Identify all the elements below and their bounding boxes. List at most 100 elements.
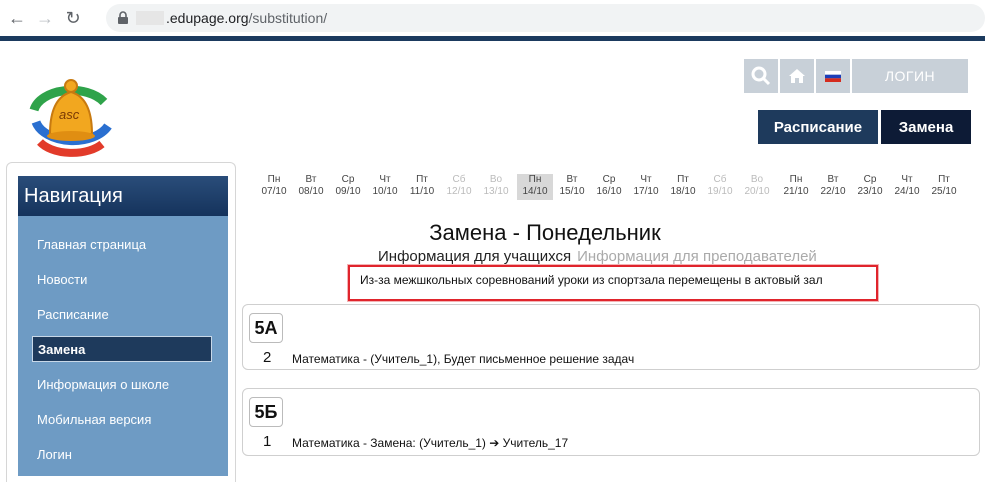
tab-students-info[interactable]: Информация для учащихся <box>378 248 571 265</box>
lesson-text: Математика - Замена: (Учитель_1) ➔ Учите… <box>292 436 569 450</box>
info-tabs: Информация для учащихся Информация для пр… <box>378 248 817 265</box>
day-date: 09/10 <box>335 186 361 197</box>
day-date: 12/10 <box>446 186 472 197</box>
day-date: 17/10 <box>633 186 659 197</box>
day-button[interactable]: Чт 10/10 <box>367 174 403 200</box>
language-button[interactable] <box>816 59 850 93</box>
day-name: Пт <box>416 174 428 185</box>
day-button[interactable]: Вт 22/10 <box>815 174 851 200</box>
day-date: 19/10 <box>707 186 733 197</box>
day-name: Пт <box>938 174 950 185</box>
day-date: 08/10 <box>298 186 324 197</box>
sidebar: Навигация Главная страница Новости Распи… <box>18 176 228 476</box>
day-date: 20/10 <box>744 186 770 197</box>
day-name: Чт <box>901 174 913 185</box>
day-date: 24/10 <box>894 186 920 197</box>
sidebar-item-schedule[interactable]: Расписание <box>32 301 212 327</box>
day-date: 15/10 <box>559 186 585 197</box>
lesson-text: Математика - (Учитель_1), Будет письменн… <box>292 352 635 366</box>
back-icon[interactable]: ← <box>6 7 28 29</box>
day-button[interactable]: Ср 23/10 <box>852 174 888 200</box>
day-date: 13/10 <box>483 186 509 197</box>
day-name: Чт <box>640 174 652 185</box>
login-button[interactable]: ЛОГИН <box>852 59 968 93</box>
day-name: Пн <box>789 174 803 185</box>
day-button[interactable]: Сб 19/10 <box>702 174 738 200</box>
day-button[interactable]: Пн 07/10 <box>256 174 292 200</box>
lesson-number: 2 <box>263 349 272 366</box>
day-date: 10/10 <box>372 186 398 197</box>
day-date: 23/10 <box>857 186 883 197</box>
day-name: Пн <box>528 174 542 185</box>
header-icon-bar: ЛОГИН <box>744 59 968 93</box>
address-bar[interactable]: .edupage.org/substitution/ <box>106 4 985 32</box>
day-button-current[interactable]: Пн 14/10 <box>517 174 553 200</box>
search-icon <box>751 66 771 86</box>
tab-schedule[interactable]: Расписание <box>758 110 878 144</box>
main-tabs: Расписание Замена <box>758 110 974 144</box>
sidebar-item-mobile[interactable]: Мобильная версия <box>32 406 212 432</box>
day-button[interactable]: Пт 18/10 <box>665 174 701 200</box>
class-name: 5А <box>249 313 283 343</box>
day-name: Чт <box>379 174 391 185</box>
day-button[interactable]: Чт 24/10 <box>889 174 925 200</box>
class-name: 5Б <box>249 397 283 427</box>
day-button[interactable]: Во 20/10 <box>739 174 775 200</box>
svg-text:asc: asc <box>59 107 80 122</box>
url-path: /substitution/ <box>248 10 328 26</box>
reload-icon[interactable]: ↻ <box>62 7 84 29</box>
day-name: Ср <box>341 174 355 185</box>
day-button[interactable]: Во 13/10 <box>478 174 514 200</box>
day-date: 16/10 <box>596 186 622 197</box>
day-name: Сб <box>452 174 466 185</box>
day-name: Ср <box>863 174 877 185</box>
day-button[interactable]: Вт 15/10 <box>554 174 590 200</box>
day-name: Пт <box>677 174 689 185</box>
notice-text: Из-за межшкольных соревнований уроки из … <box>360 273 823 287</box>
day-name: Вт <box>566 174 578 185</box>
tab-teachers-info[interactable]: Информация для преподавателей <box>577 248 817 265</box>
day-button[interactable]: Сб 12/10 <box>441 174 477 200</box>
class-card: 5Б 1 Математика - Замена: (Учитель_1) ➔ … <box>242 388 980 456</box>
day-date: 22/10 <box>820 186 846 197</box>
day-button[interactable]: Ср 09/10 <box>330 174 366 200</box>
sidebar-item-substitution[interactable]: Замена <box>32 336 212 362</box>
lesson-number: 1 <box>263 433 272 450</box>
day-button[interactable]: Пн 21/10 <box>778 174 814 200</box>
day-name: Пн <box>267 174 281 185</box>
search-button[interactable] <box>744 59 778 93</box>
day-button[interactable]: Вт 08/10 <box>293 174 329 200</box>
day-date: 14/10 <box>522 186 548 197</box>
sidebar-item-school-info[interactable]: Информация о школе <box>32 371 212 397</box>
home-button[interactable] <box>780 59 814 93</box>
day-button[interactable]: Ср 16/10 <box>591 174 627 200</box>
day-button[interactable]: Пт 25/10 <box>926 174 962 200</box>
russian-flag-icon <box>825 70 841 82</box>
forward-icon[interactable]: → <box>34 7 56 29</box>
day-button[interactable]: Пт 11/10 <box>404 174 440 200</box>
day-name: Вт <box>305 174 317 185</box>
notice-box: Из-за межшкольных соревнований уроки из … <box>348 265 878 301</box>
lock-icon <box>118 11 128 24</box>
sidebar-item-news[interactable]: Новости <box>32 266 212 292</box>
sidebar-item-home[interactable]: Главная страница <box>32 231 212 257</box>
day-date: 21/10 <box>783 186 809 197</box>
day-name: Во <box>489 174 503 185</box>
tab-substitution[interactable]: Замена <box>881 110 971 144</box>
day-date: 18/10 <box>670 186 696 197</box>
class-card: 5А 2 Математика - (Учитель_1), Будет пис… <box>242 304 980 370</box>
home-icon <box>789 69 805 83</box>
asc-bell-logo[interactable]: asc <box>26 64 116 160</box>
day-date: 25/10 <box>931 186 957 197</box>
day-name: Вт <box>827 174 839 185</box>
day-name: Сб <box>713 174 727 185</box>
day-date: 11/10 <box>409 186 435 197</box>
site-top-stripe <box>0 36 985 41</box>
url-redacted <box>136 11 164 25</box>
day-name: Ср <box>602 174 616 185</box>
sidebar-title: Навигация <box>18 176 228 216</box>
sidebar-item-login[interactable]: Логин <box>32 441 212 467</box>
day-button[interactable]: Чт 17/10 <box>628 174 664 200</box>
url-host: .edupage.org <box>166 10 249 26</box>
page-title: Замена - Понедельник <box>429 220 661 245</box>
